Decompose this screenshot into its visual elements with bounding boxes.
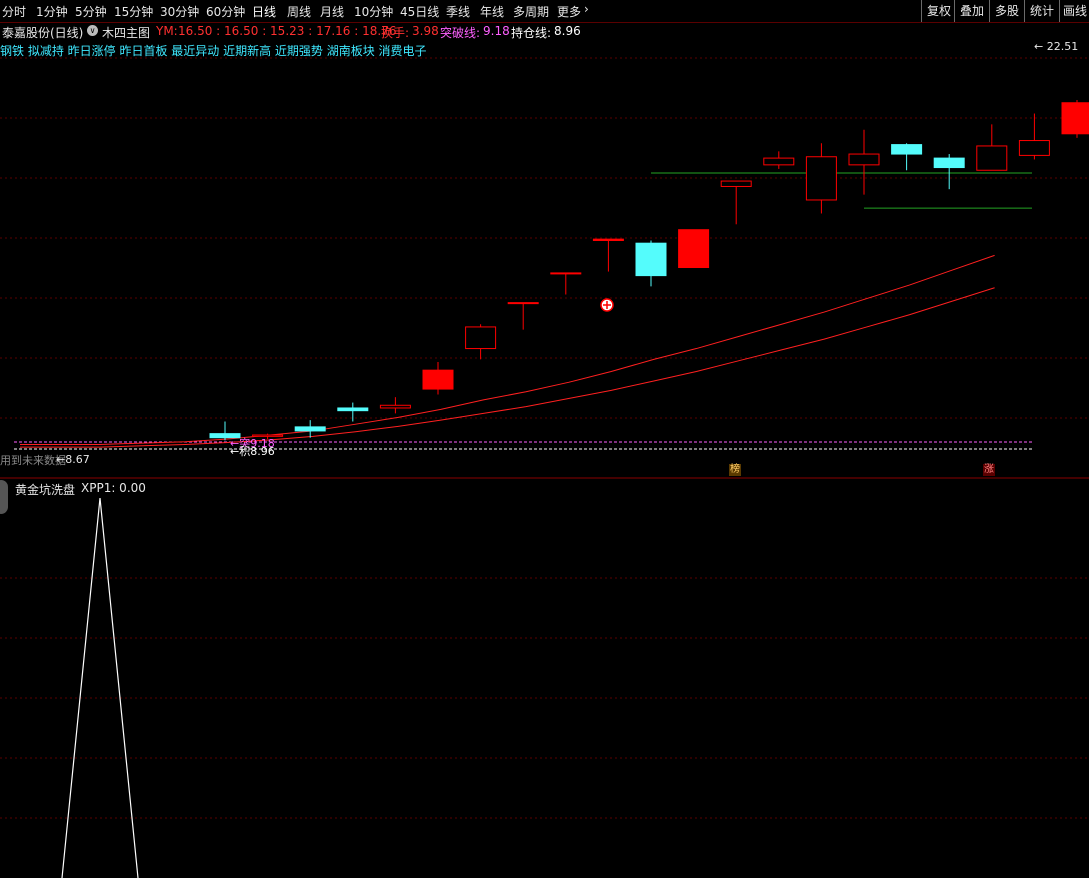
candle-body-16 — [891, 144, 923, 155]
candle-7 — [507, 302, 539, 330]
candle-body-4 — [379, 404, 411, 409]
candle-body-19 — [1018, 140, 1050, 156]
candle-17 — [933, 154, 965, 190]
candle-16 — [891, 143, 923, 171]
kline-chart[interactable] — [0, 0, 1089, 878]
arrow-left-icon: ← — [56, 453, 66, 466]
candle-body-6 — [465, 326, 497, 350]
candle-15 — [848, 129, 880, 195]
sub-panel-title: 黄金坑洗盘 — [15, 483, 76, 497]
main-gridlines — [0, 57, 1089, 819]
candle-5 — [422, 362, 454, 395]
candle-6 — [465, 324, 497, 360]
candle-body-17 — [933, 157, 965, 169]
candle-body-10 — [635, 242, 667, 277]
candle-body-14 — [805, 156, 837, 201]
candle-11 — [678, 229, 710, 269]
sub-panel-value: XPP1: 0.00 — [81, 481, 146, 495]
candle-body-2 — [294, 426, 326, 432]
candle-body-8 — [550, 272, 582, 275]
candle-body-11 — [678, 229, 710, 269]
arrow-left-icon: ← — [230, 445, 240, 458]
candle-body-20 — [1061, 102, 1089, 135]
price-top-label: ← 22.51 — [1034, 40, 1079, 53]
candle-body-12 — [720, 180, 752, 187]
candle-10 — [635, 240, 667, 287]
candle-3 — [337, 402, 369, 422]
candle-body-15 — [848, 153, 880, 166]
candle-body-7 — [507, 302, 539, 305]
candle-body-18 — [976, 145, 1008, 171]
bang-marker: 榜 — [729, 464, 741, 476]
candle-8 — [550, 272, 582, 295]
candle-18 — [976, 124, 1008, 171]
candle-14 — [805, 143, 837, 214]
candle-body-3 — [337, 407, 369, 412]
candle-4 — [379, 397, 411, 414]
candle-12 — [720, 180, 752, 225]
zhang-marker: 涨 — [983, 464, 995, 476]
candle-19 — [1018, 113, 1050, 160]
candle-body-5 — [422, 369, 454, 390]
candles — [209, 100, 1089, 441]
candle-body-13 — [763, 157, 795, 166]
arrow-left-icon: ← — [1034, 40, 1044, 53]
candle-20 — [1061, 100, 1089, 138]
gear-icon[interactable] — [0, 480, 8, 514]
low-price-label: ←8.67 — [56, 453, 90, 466]
candle-9 — [592, 238, 624, 272]
xpp1-line — [61, 497, 139, 878]
sub-panel-chart — [61, 497, 139, 878]
candle-body-9 — [592, 238, 624, 241]
candle-13 — [763, 151, 795, 169]
ma-line-1 — [20, 254, 995, 445]
holding-line-label: ←积8.96 — [230, 445, 275, 458]
ma-line-2 — [20, 287, 995, 448]
